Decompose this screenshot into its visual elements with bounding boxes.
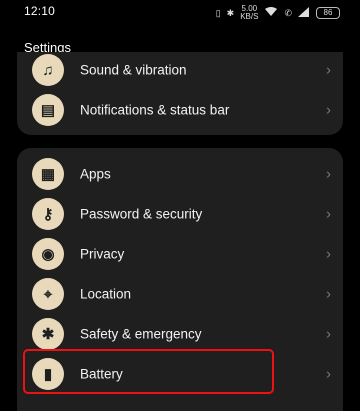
status-bar: 12:10 ▯ ✱ 5.00 KB/S ✆ 86 — [0, 0, 360, 26]
battery-highlight-box — [23, 349, 274, 394]
chevron-right-icon: › — [326, 325, 331, 343]
notifications-status-bar-item[interactable]: ▤ Notifications & status bar › — [17, 90, 343, 130]
asterisk-icon: ✱ — [32, 318, 64, 350]
network-speed-unit: KB/S — [240, 12, 259, 21]
chevron-right-icon: › — [326, 61, 331, 79]
network-speed: 5.00 KB/S — [240, 5, 258, 21]
privacy-icon: ◉ — [32, 238, 64, 270]
wifi-icon — [264, 6, 278, 20]
password-security-item[interactable]: ⚷ Password & security › — [17, 194, 343, 234]
chevron-right-icon: › — [326, 101, 331, 119]
key-icon: ⚷ — [32, 198, 64, 230]
chevron-right-icon: › — [326, 245, 331, 263]
item-label: Privacy — [80, 246, 125, 262]
sound-vibration-item[interactable]: ♫ Sound & vibration › — [17, 50, 343, 90]
item-label: Safety & emergency — [80, 326, 202, 342]
chevron-right-icon: › — [326, 205, 331, 223]
location-item[interactable]: ⌖ Location › — [17, 274, 343, 314]
sound-icon: ♫ — [32, 54, 64, 86]
notification-icon: ▤ — [32, 94, 64, 126]
apps-item[interactable]: ▦ Apps › — [17, 154, 343, 194]
item-label: Password & security — [80, 206, 203, 222]
bluetooth-icon: ✱ — [226, 8, 235, 18]
chevron-right-icon: › — [326, 165, 331, 183]
vibrate-icon: ▯ — [215, 8, 221, 18]
chevron-right-icon: › — [326, 365, 331, 383]
item-label: Notifications & status bar — [80, 102, 230, 118]
apps-icon: ▦ — [32, 158, 64, 190]
item-label: Location — [80, 286, 132, 302]
privacy-item[interactable]: ◉ Privacy › — [17, 234, 343, 274]
battery-status-icon: 86 — [316, 7, 340, 19]
call-icon: ✆ — [284, 8, 292, 18]
status-icons: ▯ ✱ 5.00 KB/S ✆ 86 — [216, 5, 340, 21]
item-label: Sound & vibration — [80, 62, 187, 78]
settings-card-1: ♫ Sound & vibration › ▤ Notifications & … — [17, 52, 343, 135]
location-icon: ⌖ — [32, 278, 64, 310]
item-label: Apps — [80, 166, 111, 182]
safety-emergency-item[interactable]: ✱ Safety & emergency › — [17, 314, 343, 354]
chevron-right-icon: › — [326, 285, 331, 303]
signal-icon — [298, 6, 310, 20]
status-time: 12:10 — [24, 4, 56, 18]
